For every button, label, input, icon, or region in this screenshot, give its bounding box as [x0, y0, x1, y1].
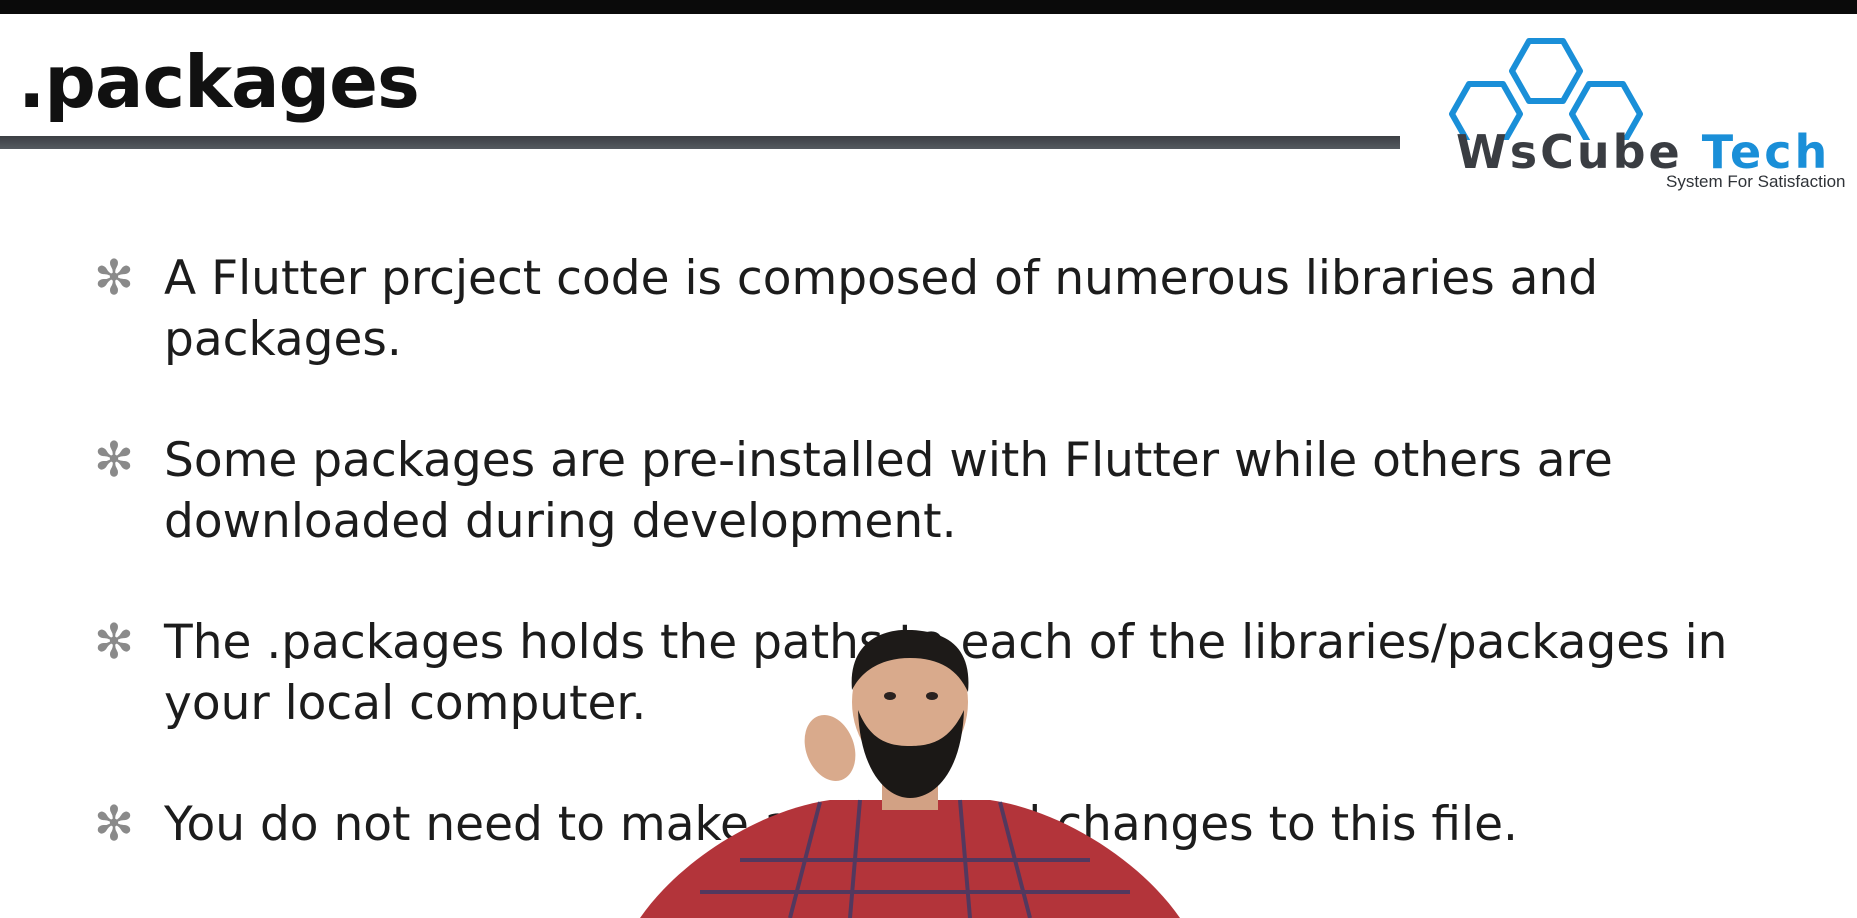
logo-tagline: System For Satisfaction [1666, 172, 1846, 191]
bullet-item: ✻ Some packages are pre-installed with F… [92, 430, 1792, 552]
logo-wordmark-first: WsCube [1456, 125, 1683, 179]
slide-frame: .packages WsCube Tech System For Satisfa… [0, 0, 1857, 918]
presenter-video-overlay [640, 630, 1180, 918]
bullet-text: A Flutter prcject code is composed of nu… [164, 251, 1599, 367]
bullet-text: Some packages are pre-installed with Flu… [164, 433, 1613, 549]
asterisk-bullet-icon: ✻ [93, 614, 135, 670]
logo-wordmark-second: Tech [1701, 125, 1831, 179]
bullet-item: ✻ A Flutter prcject code is composed of … [92, 248, 1792, 370]
top-border-bar [0, 0, 1857, 14]
wscube-tech-logo: WsCube Tech System For Satisfaction [1444, 30, 1857, 200]
asterisk-bullet-icon: ✻ [93, 432, 135, 488]
title-underline [0, 136, 1400, 149]
slide-title: .packages [18, 40, 420, 124]
asterisk-bullet-icon: ✻ [93, 796, 135, 852]
asterisk-bullet-icon: ✻ [93, 250, 135, 306]
